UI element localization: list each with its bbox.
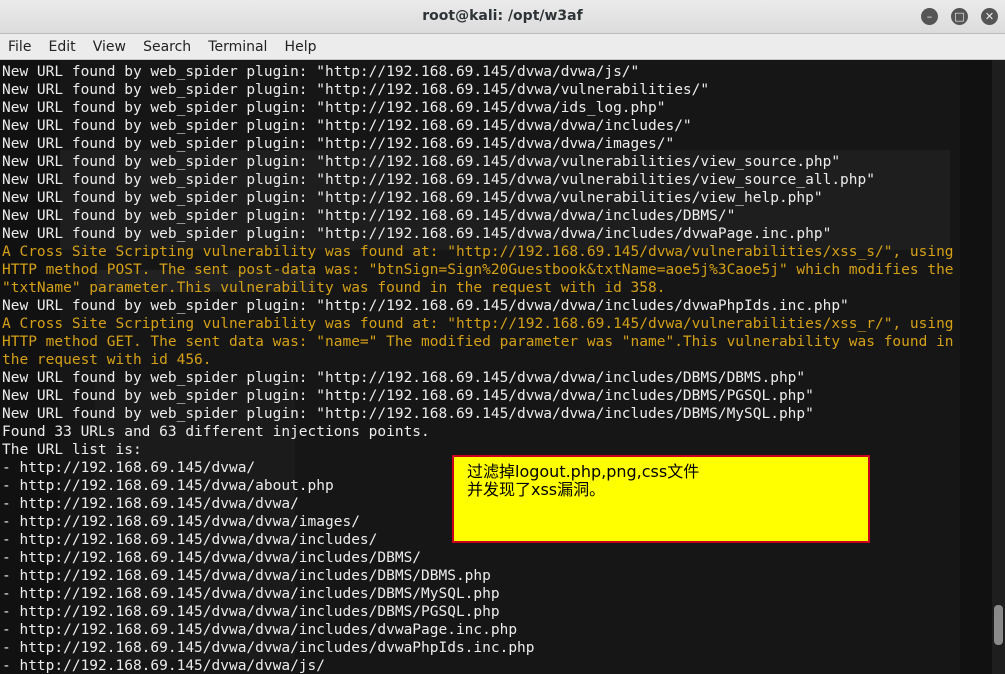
menu-help[interactable]: Help [279, 34, 323, 55]
menu-edit[interactable]: Edit [43, 34, 82, 55]
terminal-line-warning: A Cross Site Scripting vulnerability was… [2, 316, 954, 332]
scrollbar-thumb[interactable] [994, 605, 1003, 645]
terminal-line: New URL found by web_spider plugin: "htt… [2, 190, 823, 206]
minimize-button[interactable]: – [921, 8, 938, 25]
terminal-line: New URL found by web_spider plugin: "htt… [2, 64, 640, 80]
terminal-line: New URL found by web_spider plugin: "htt… [2, 298, 849, 314]
terminal-line: - http://192.168.69.145/dvwa/dvwa/includ… [2, 568, 491, 584]
annotation-line-2: 并发现了xss漏洞。 [467, 480, 606, 499]
window-titlebar[interactable]: root@kali: /opt/w3af – □ ✕ [0, 0, 1005, 34]
terminal-line: - http://192.168.69.145/dvwa/dvwa/includ… [2, 622, 518, 638]
terminal-line: New URL found by web_spider plugin: "htt… [2, 388, 814, 404]
terminal-lines: New URL found by web_spider plugin: "htt… [2, 63, 954, 674]
terminal-line-warning: "txtName" parameter.This vulnerability w… [2, 280, 666, 296]
terminal-scrollbar[interactable] [992, 60, 1005, 674]
terminal-line: New URL found by web_spider plugin: "htt… [2, 226, 832, 242]
terminal-line-warning: HTTP method POST. The sent post-data was… [2, 262, 954, 278]
terminal-line-warning: HTTP method GET. The sent data was: "nam… [2, 334, 954, 350]
terminal-line: New URL found by web_spider plugin: "htt… [2, 154, 841, 170]
terminal-line: Found 33 URLs and 63 different injection… [2, 424, 430, 440]
terminal-line: New URL found by web_spider plugin: "htt… [2, 370, 806, 386]
window-title: root@kali: /opt/w3af [422, 8, 583, 24]
terminal-line: - http://192.168.69.145/dvwa/dvwa/includ… [2, 550, 422, 566]
terminal-line: New URL found by web_spider plugin: "htt… [2, 100, 666, 116]
terminal-line: - http://192.168.69.145/dvwa/dvwa/includ… [2, 640, 535, 656]
terminal-line: New URL found by web_spider plugin: "htt… [2, 208, 736, 224]
menu-search[interactable]: Search [137, 34, 197, 55]
menu-bar: File Edit View Search Terminal Help [0, 34, 1005, 60]
terminal-line: New URL found by web_spider plugin: "htt… [2, 82, 710, 98]
maximize-button[interactable]: □ [951, 8, 968, 25]
terminal-line: - http://192.168.69.145/dvwa/dvwa/includ… [2, 586, 500, 602]
terminal-line: New URL found by web_spider plugin: "htt… [2, 136, 675, 152]
annotation-box: 过滤掉logout.php,png,css文件 并发现了xss漏洞。 [452, 455, 870, 543]
menu-terminal[interactable]: Terminal [202, 34, 273, 55]
terminal-line-warning: A Cross Site Scripting vulnerability was… [2, 244, 954, 260]
terminal-line: New URL found by web_spider plugin: "htt… [2, 406, 814, 422]
terminal-line: New URL found by web_spider plugin: "htt… [2, 118, 692, 134]
terminal-line: - http://192.168.69.145/dvwa/dvwa/includ… [2, 604, 500, 620]
terminal-line: - http://192.168.69.145/dvwa/dvwa/js/ [2, 658, 326, 674]
terminal-line-warning: the request with id 456. [2, 352, 212, 368]
menu-view[interactable]: View [87, 34, 132, 55]
terminal-line: New URL found by web_spider plugin: "htt… [2, 172, 875, 188]
menu-file[interactable]: File [0, 34, 37, 55]
close-button[interactable]: ✕ [981, 8, 998, 25]
terminal-output[interactable]: New URL found by web_spider plugin: "htt… [0, 60, 992, 674]
annotation-line-1: 过滤掉logout.php,png,css文件 [467, 462, 700, 481]
